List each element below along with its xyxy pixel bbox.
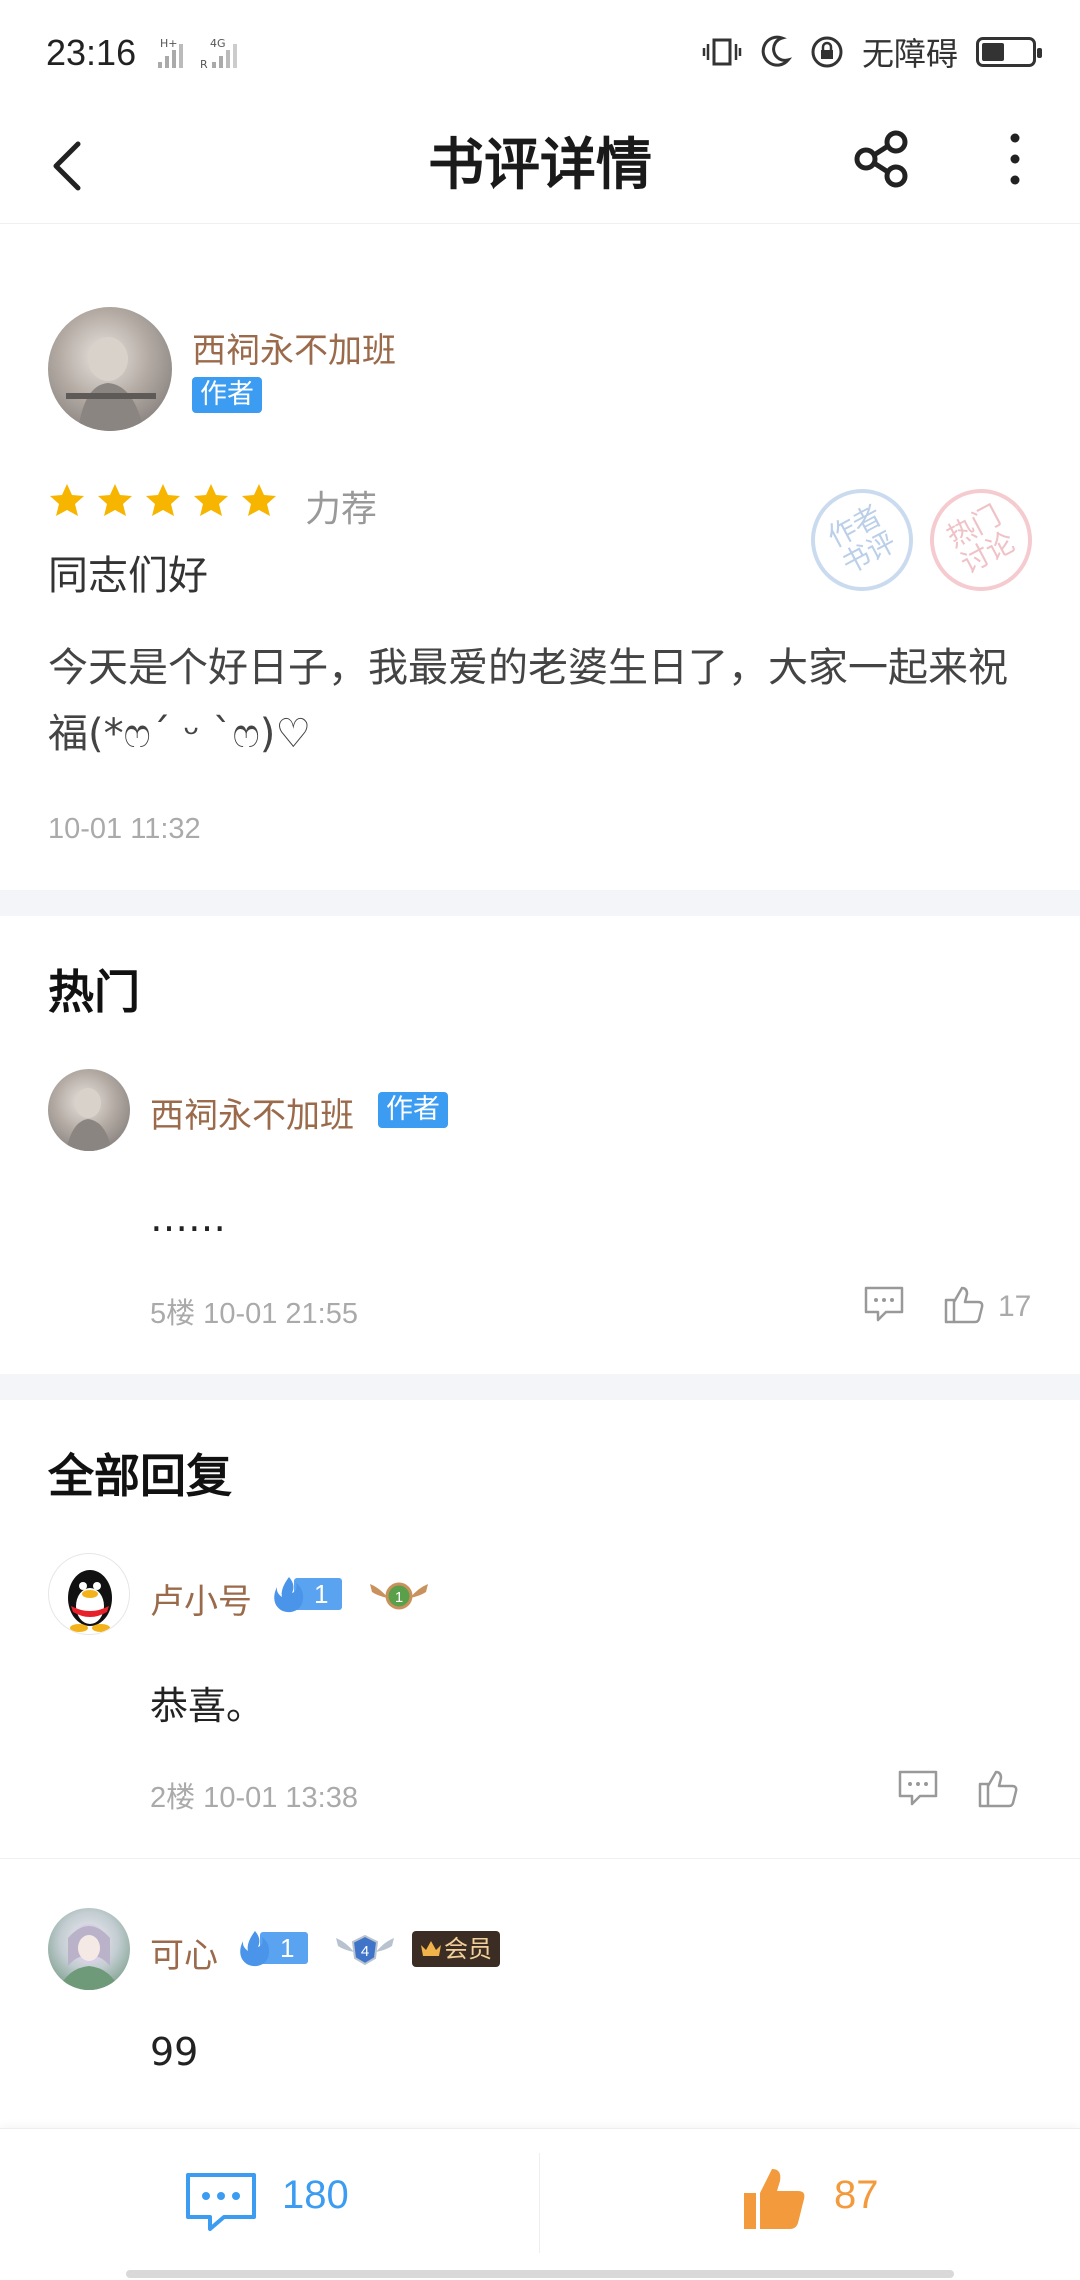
crown-icon — [421, 1941, 441, 1956]
thumb-up-icon[interactable] — [976, 1766, 1020, 1810]
row-separator — [0, 1858, 1080, 1859]
status-time: 23:16 — [46, 32, 137, 73]
nav-bar: 书评详情 — [0, 110, 1080, 224]
commenter-avatar[interactable] — [48, 1908, 130, 1990]
hot-discussion-stamp: 热门讨论 — [912, 471, 1050, 609]
comment-text: 恭喜。 — [150, 1684, 265, 1728]
section-divider — [0, 890, 1080, 916]
review-time: 10-01 11:32 — [48, 813, 201, 845]
battery-icon — [976, 37, 1042, 67]
star-icon — [50, 484, 84, 516]
share-icon[interactable] — [848, 124, 918, 194]
comment-icon[interactable] — [862, 1282, 906, 1326]
comment-text: 99 — [150, 2030, 199, 2074]
comment-text: …… — [150, 1196, 226, 1240]
medal-icon: 1 — [370, 1582, 428, 1610]
comment-count: 180 — [282, 2173, 349, 2217]
thumb-up-icon[interactable] — [740, 2165, 808, 2233]
like-action[interactable]: 87 — [540, 2129, 1080, 2269]
commenter-name[interactable]: 可心 — [150, 1928, 218, 1977]
star-icon — [146, 484, 180, 516]
comment-action[interactable]: 180 — [0, 2129, 540, 2269]
vibrate-icon — [702, 38, 742, 66]
author-review-stamp: 作者书评 — [793, 471, 931, 609]
page-title: 书评详情 — [428, 132, 652, 198]
commenter-avatar[interactable] — [48, 1553, 130, 1635]
star-icon — [194, 484, 228, 516]
comment-meta: 2楼 10-01 13:38 — [150, 1782, 358, 1814]
vip-badge: 会员 — [412, 1931, 500, 1967]
like-count: 17 — [998, 1290, 1032, 1323]
svg-text:R: R — [200, 58, 208, 70]
author-name[interactable]: 西祠永不加班 — [192, 323, 396, 372]
battery-fill — [982, 43, 1004, 61]
comment-meta: 5楼 10-01 21:55 — [150, 1298, 358, 1330]
rotation-lock-icon — [811, 36, 843, 68]
section-divider — [0, 1374, 1080, 1400]
accessibility-label: 无障碍 — [861, 35, 958, 73]
moon-icon — [761, 35, 792, 67]
star-icon — [98, 484, 132, 516]
status-right: 无障碍 — [702, 30, 1042, 74]
rating-stars — [48, 482, 278, 520]
commenter-avatar[interactable] — [48, 1069, 130, 1151]
star-icon — [242, 484, 276, 516]
review-card: 西祠永不加班 作者 力荐 同志们好 今天是个好日子，我最爱的老婆生日了，大家一起… — [0, 225, 1080, 890]
thumb-up-icon[interactable] — [942, 1282, 986, 1326]
svg-text:H+: H+ — [160, 37, 178, 50]
review-body: 今天是个好日子，我最爱的老婆生日了，大家一起来祝福(*ෆ´ ᵕ `ෆ)♡ — [48, 645, 1008, 757]
svg-text:4: 4 — [361, 1943, 369, 1960]
hot-section-title: 热门 — [48, 965, 140, 1019]
commenter-name[interactable]: 卢小号 — [150, 1574, 252, 1623]
fire-icon — [240, 1931, 270, 1967]
bottom-action-bar: 180 87 — [0, 2128, 1080, 2280]
rating-label: 力荐 — [305, 489, 378, 530]
comment-icon[interactable] — [896, 1766, 940, 1810]
more-icon[interactable] — [990, 124, 1040, 194]
signal-icon: H+ R 4G — [158, 37, 237, 70]
review-title: 同志们好 — [48, 553, 208, 599]
fan-level-badge: 1 — [238, 1930, 309, 1967]
all-replies-section-title: 全部回复 — [48, 1449, 232, 1503]
author-badge: 作者 — [378, 1092, 448, 1128]
author-badge: 作者 — [192, 377, 262, 413]
fan-level-badge: 1 — [272, 1576, 343, 1613]
commenter-name[interactable]: 西祠永不加班 — [150, 1088, 354, 1137]
svg-text:4G: 4G — [210, 37, 226, 50]
comment-icon[interactable] — [184, 2171, 258, 2233]
author-avatar[interactable] — [48, 307, 172, 431]
status-bar: 23:16 H+ R 4G 无障碍 — [0, 0, 1080, 110]
like-count: 87 — [834, 2173, 879, 2217]
medal-icon: 4 — [336, 1934, 394, 1966]
svg-text:1: 1 — [395, 1589, 403, 1606]
home-indicator — [126, 2270, 954, 2278]
fire-icon — [274, 1577, 304, 1613]
